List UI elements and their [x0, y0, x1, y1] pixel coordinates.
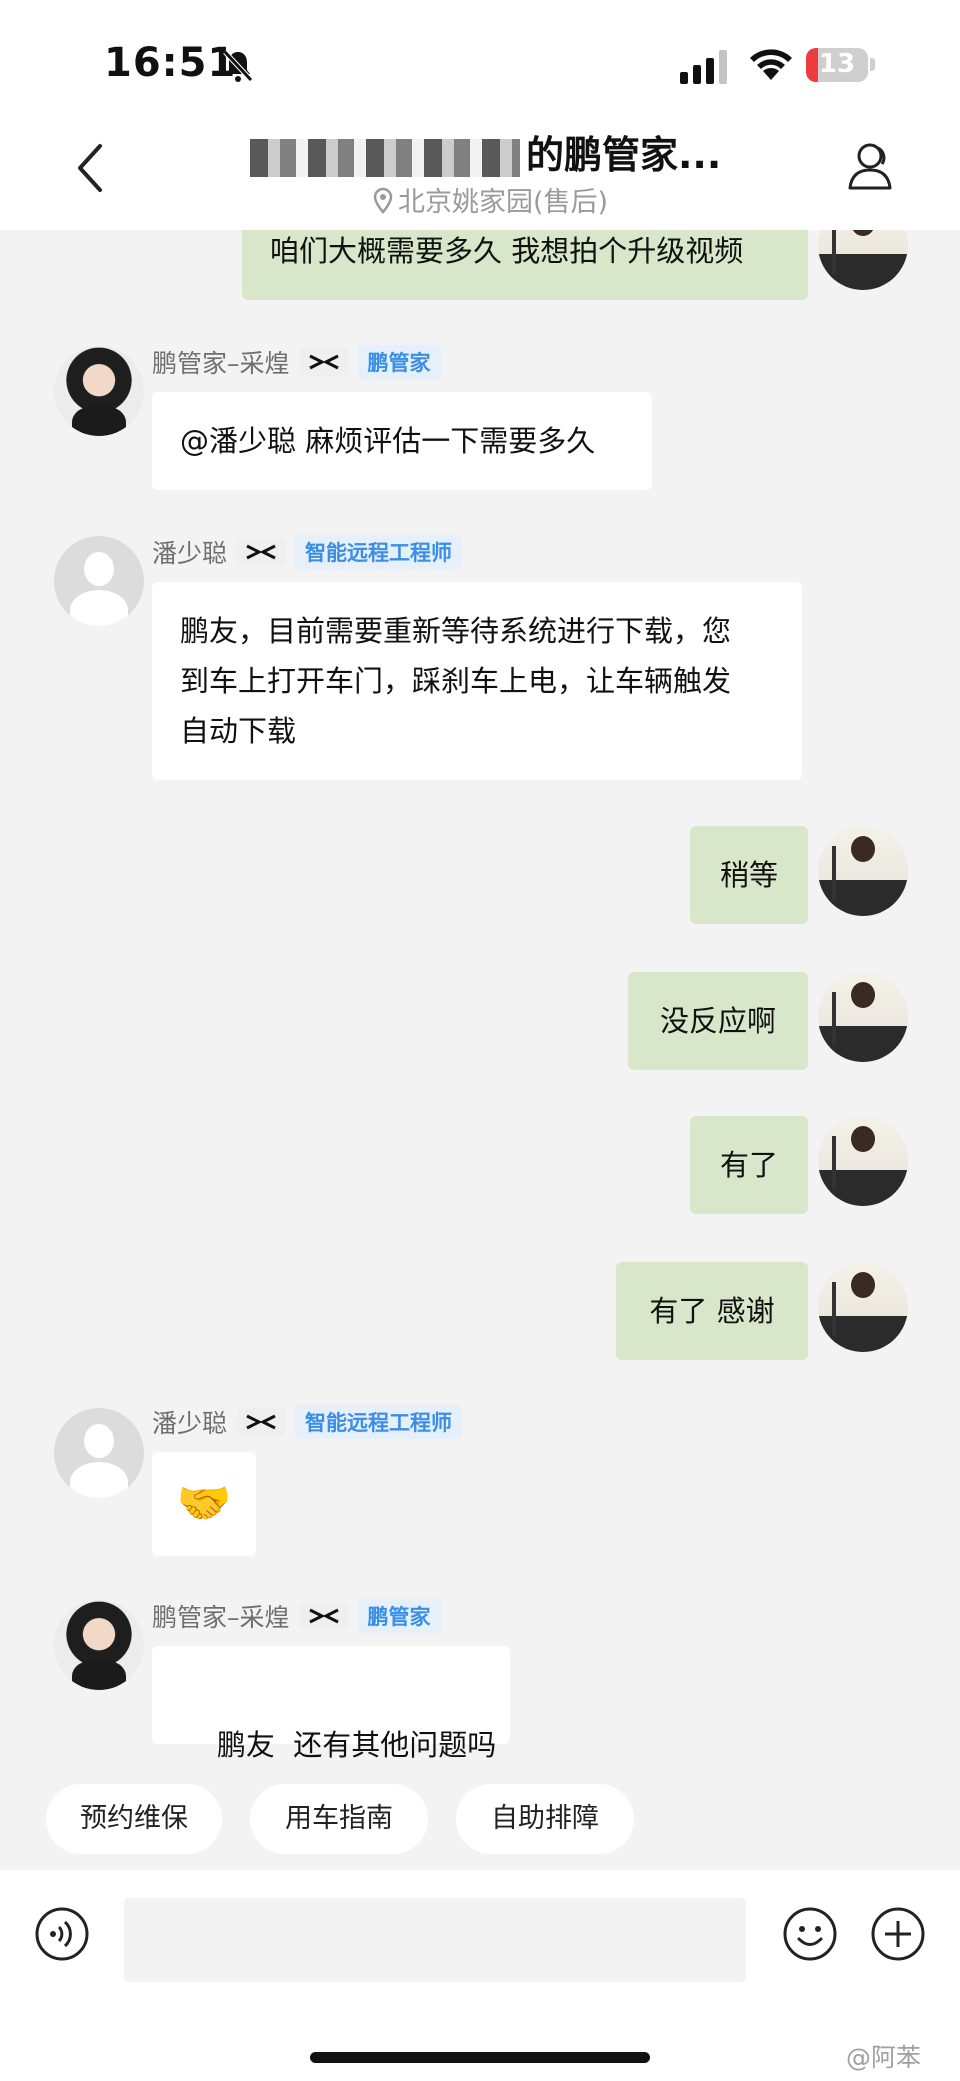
quick-reply-guide[interactable]: 用车指南: [250, 1784, 428, 1854]
sender-name: 潘少聪: [152, 1409, 228, 1438]
message-line: 鹏友，目前需要重新等待系统进行下载，您: [180, 614, 732, 648]
group-members-icon[interactable]: [846, 140, 896, 194]
sender-avatar[interactable]: [54, 346, 144, 436]
role-tag: 鹏管家: [357, 345, 441, 379]
voice-input-icon[interactable]: [34, 1906, 90, 1962]
my-avatar[interactable]: [818, 1262, 908, 1352]
wifi-icon: [750, 49, 792, 80]
store-location-text: 北京姚家园(售后): [398, 187, 609, 218]
chat-title-suffix: 的鹏管家...: [526, 133, 722, 177]
message-text: 稍等: [719, 858, 778, 892]
top-bar: 16:51 13 的鹏管家... 北京姚家园(售后): [0, 0, 960, 230]
message-text: 有了 感谢: [649, 1294, 775, 1328]
outgoing-message: 稍等: [690, 826, 808, 924]
message-line: 自动下载: [180, 714, 297, 748]
emoji-icon[interactable]: [782, 1906, 838, 1962]
brand-logo-icon: [299, 348, 348, 376]
battery-icon: 13: [806, 48, 868, 82]
status-time: 16:51: [104, 40, 237, 86]
incoming-message: 鹏友，目前需要重新等待系统进行下载，您 到车上打开车门，踩刹车上电，让车辆触发 …: [152, 582, 802, 780]
outgoing-message: 没反应啊: [628, 972, 808, 1070]
sender-line: 潘少聪 智能远程工程师: [152, 534, 463, 570]
sender-line: 鹏管家–采煌 鹏管家: [152, 1598, 441, 1634]
outgoing-message: 有了 感谢: [616, 1262, 808, 1360]
more-options-icon[interactable]: [870, 1906, 926, 1962]
message-text: 咱们大概需要多久 我想拍个升级视频: [270, 234, 744, 268]
role-tag: 智能远程工程师: [295, 1405, 463, 1439]
store-location: 北京姚家园(售后): [372, 180, 608, 219]
incoming-message: 🤝: [152, 1452, 256, 1556]
brand-logo-icon: [237, 538, 286, 566]
input-bar: @阿苯: [0, 1870, 960, 2081]
message-text: 没反应啊: [659, 1004, 776, 1038]
sender-name: 潘少聪: [152, 539, 228, 568]
incoming-message: 鹏友 还有其他问题吗: [152, 1646, 510, 1762]
redacted-name: [250, 138, 520, 177]
sender-name: 鹏管家–采煌: [152, 349, 290, 378]
brand-logo-icon: [237, 1408, 286, 1436]
my-avatar[interactable]: [818, 1116, 908, 1206]
brand-logo-icon: [299, 1602, 348, 1630]
back-button[interactable]: [70, 140, 110, 196]
sender-avatar[interactable]: [54, 536, 144, 626]
message-line: 到车上打开车门，踩刹车上电，让车辆触发: [180, 664, 732, 698]
role-tag: 智能远程工程师: [295, 535, 463, 569]
battery-level: 13: [818, 49, 856, 79]
sender-avatar[interactable]: [54, 1408, 144, 1498]
sender-avatar[interactable]: [54, 1600, 144, 1690]
location-pin-icon: [373, 187, 393, 214]
sender-name: 鹏管家–采煌: [152, 1603, 290, 1632]
chat-title: 的鹏管家...: [250, 124, 730, 179]
my-avatar[interactable]: [818, 826, 908, 916]
quick-reply-troubleshoot[interactable]: 自助排障: [456, 1784, 634, 1854]
cellular-signal-icon: [680, 50, 727, 84]
message-text: 有了: [719, 1148, 778, 1182]
outgoing-message: 有了: [690, 1116, 808, 1214]
weibo-watermark: @阿苯: [846, 2043, 922, 2072]
message-text: @潘少聪 麻烦评估一下需要多久: [180, 424, 596, 458]
role-tag: 鹏管家: [357, 1599, 441, 1633]
sender-line: 潘少聪 智能远程工程师: [152, 1404, 463, 1440]
bell-off-icon: [223, 50, 253, 82]
sender-line: 鹏管家–采煌 鹏管家: [152, 344, 441, 380]
message-text: 鹏友 还有其他问题吗: [216, 1728, 497, 1762]
handshake-emoji: 🤝: [176, 1478, 232, 1529]
my-avatar[interactable]: [818, 972, 908, 1062]
quick-reply-maintenance[interactable]: 预约维保: [46, 1784, 222, 1854]
message-input[interactable]: [124, 1898, 746, 1982]
incoming-message: @潘少聪 麻烦评估一下需要多久: [152, 392, 652, 490]
home-indicator[interactable]: [310, 2052, 650, 2063]
